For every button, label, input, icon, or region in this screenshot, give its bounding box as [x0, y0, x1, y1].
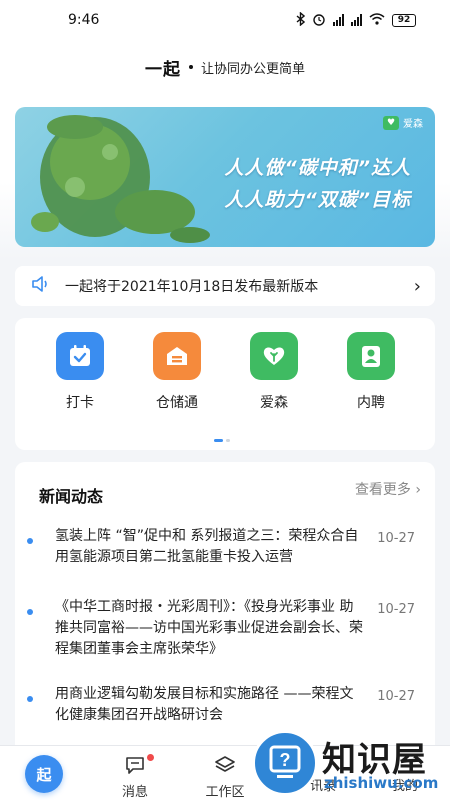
alarm-icon [312, 12, 326, 29]
svg-text:?: ? [280, 750, 291, 770]
news-date: 10-27 [377, 531, 415, 546]
chevron-right-icon: › [413, 275, 421, 297]
battery-icon: 92 [392, 13, 416, 27]
news-headline: 《中华工商时报・光彩周刊》：《投身光彩事业 助推共同富裕——访中国光彩事业促进会… [55, 599, 363, 657]
bullet-dot [27, 696, 33, 702]
site-watermark: ? 知识屋 zhishiwu.com [250, 728, 450, 800]
announcement-text: 一起将于2021年10月18日发布最新版本 [65, 279, 319, 295]
promo-banner[interactable]: ♥ 爱森 人人做“碳中和”达人 人人助力“双碳”目标 [15, 107, 435, 247]
news-headline: 氢装上阵 “智”促中和 系列报道之三：荣程众合自用氢能源项目第二批氢能重卡投入运… [55, 528, 359, 565]
chat-bubble-icon [124, 755, 146, 779]
tab-label: 消息 [121, 785, 148, 800]
speaker-icon [31, 275, 51, 297]
page-indicator [214, 439, 230, 442]
bluetooth-icon [296, 10, 306, 29]
banner-badge: ♥ 爱森 [383, 115, 423, 130]
watermark-url: zhishiwu.com [324, 774, 439, 792]
status-time: 9:46 [68, 12, 100, 28]
news-headline: 用商业逻辑勾勒发展目标和实施路径 ——荣程文化健康集团召开战略研讨会 [55, 686, 354, 723]
app-grid: 打卡 仓储通 爱森 内聘 [15, 318, 435, 450]
banner-headline-2: 人人助力“双碳”目标 [224, 189, 411, 211]
banner-headline-1: 人人做“碳中和”达人 [224, 157, 411, 179]
news-section: 新闻动态 查看更多 › 氢装上阵 “智”促中和 系列报道之三：荣程众合自用氢能源… [15, 462, 435, 752]
announcement-bar[interactable]: 一起将于2021年10月18日发布最新版本 › [15, 266, 435, 306]
app-label: 仓储通 [156, 395, 198, 411]
signal-icon [333, 14, 344, 26]
tab-label: 工作区 [205, 785, 245, 800]
app-aisen[interactable]: 爱森 [238, 332, 310, 412]
layers-icon [214, 755, 236, 779]
heart-leaf-icon [250, 332, 298, 380]
bullet-dot [27, 538, 33, 544]
watermark-logo-icon: ? [252, 730, 318, 796]
banner-badge-label: 爱森 [403, 119, 423, 130]
status-icons: 92 [296, 10, 416, 29]
news-section-title: 新闻动态 [39, 487, 104, 506]
app-internal-hiring[interactable]: 内聘 [335, 332, 407, 412]
news-date: 10-27 [377, 689, 415, 704]
wifi-icon [369, 12, 385, 28]
app-logo: 一起 [144, 59, 181, 80]
warehouse-icon [153, 332, 201, 380]
calendar-check-icon [56, 332, 104, 380]
view-more-link[interactable]: 查看更多 › [355, 479, 421, 499]
app-label: 爱森 [260, 395, 288, 411]
app-slogan: 让协同办公更简单 [200, 61, 305, 77]
tab-home[interactable]: 起 [25, 755, 63, 793]
news-date: 10-27 [377, 602, 415, 617]
page-dot [226, 439, 230, 442]
status-bar: 9:46 92 [0, 0, 450, 40]
tab-messages[interactable]: 消息 [95, 746, 175, 800]
app-header: 一起 让协同办公更简单 [0, 52, 450, 82]
signal-icon-2 [351, 14, 362, 26]
heart-leaf-icon: ♥ [383, 115, 399, 130]
app-clock-in[interactable]: 打卡 [44, 332, 116, 412]
person-icon [347, 332, 395, 380]
app-label: 内聘 [357, 395, 385, 411]
view-more-label: 查看更多 [354, 482, 411, 498]
app-label: 打卡 [66, 395, 94, 411]
bullet-dot [27, 609, 33, 615]
page-dot-active [214, 439, 223, 442]
app-warehouse[interactable]: 仓储通 [141, 332, 213, 412]
header-separator [188, 65, 193, 69]
unread-badge [147, 754, 154, 761]
